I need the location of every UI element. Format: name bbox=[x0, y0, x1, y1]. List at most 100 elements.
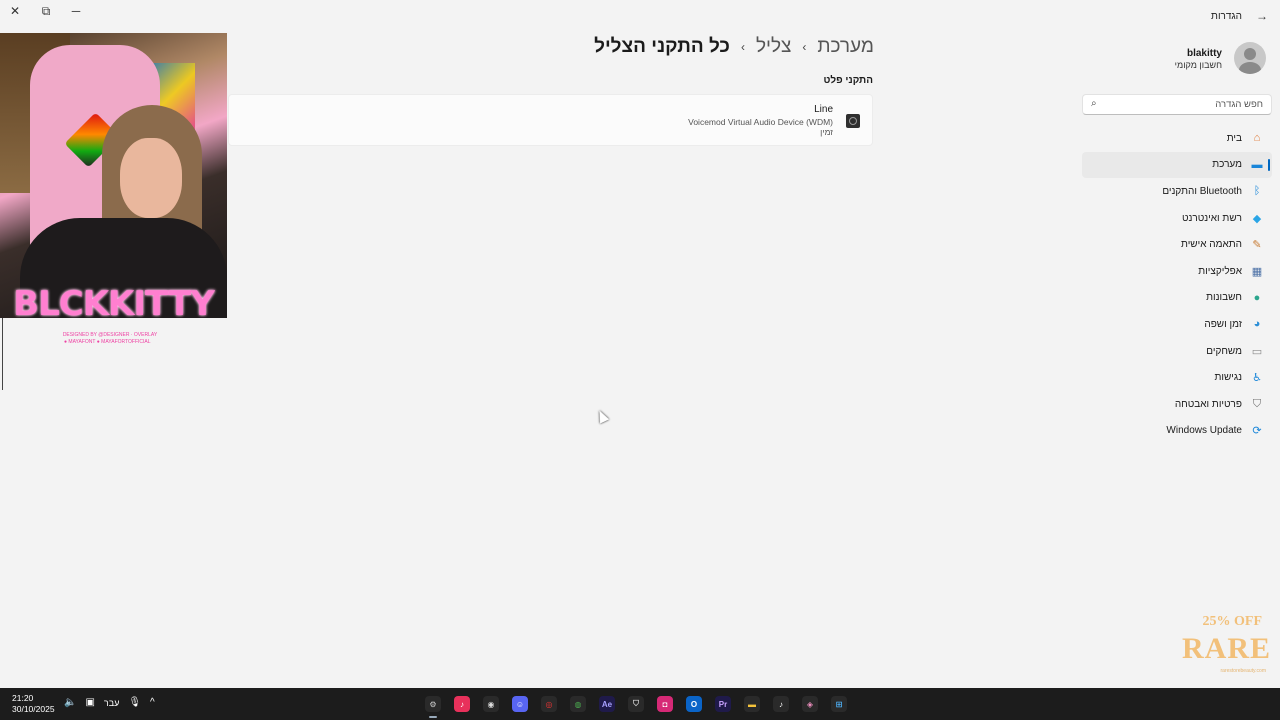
back-arrow-icon[interactable]: → bbox=[1256, 9, 1268, 23]
sidebar-item-3[interactable]: ◆ רשת ואינטרנט bbox=[1082, 205, 1272, 232]
premiere-icon-glyph: Pr bbox=[715, 696, 731, 712]
gaming-icon: ▭ bbox=[1251, 345, 1263, 358]
sidebar-item-6[interactable]: ● חשבונות bbox=[1082, 285, 1272, 312]
sidebar-item-9[interactable]: ♿ נגישות bbox=[1082, 364, 1272, 391]
language-indicator[interactable]: עבר bbox=[104, 698, 119, 708]
profile-account-type: חשבון מקומי bbox=[1174, 60, 1222, 70]
obs-icon[interactable]: ◉ bbox=[479, 692, 503, 716]
overlay-subtitle: DESIGNED BY @DESIGNER · OVERLAY bbox=[62, 332, 158, 338]
sidebar-item-5[interactable]: ▦ אפליקציות bbox=[1082, 258, 1272, 285]
chrome-icon-glyph: ◍ bbox=[570, 696, 586, 712]
network-icon: ◆ bbox=[1252, 212, 1262, 225]
watermark-url: rarestorebeauty.com bbox=[1220, 668, 1266, 674]
file-explorer-icon[interactable]: ▬ bbox=[740, 692, 764, 716]
sidebar-item-label: פרטיות ואבטחה bbox=[1174, 398, 1242, 410]
settings-icon-glyph: ⚙ bbox=[425, 696, 441, 712]
clock-date[interactable]: 30/10/2025 bbox=[12, 704, 55, 714]
sidebar-item-11[interactable]: ⟳ Windows Update bbox=[1082, 418, 1272, 445]
start-icon[interactable]: ⊞ bbox=[827, 692, 851, 716]
breadcrumb: מערכת › צליל › כל התקני הצליל bbox=[594, 36, 874, 58]
sidebar-item-1[interactable]: ▬ מערכת bbox=[1082, 151, 1272, 179]
security-shield-icon[interactable]: ⛉ bbox=[624, 692, 648, 716]
sidebar-item-label: זמן ושפה bbox=[1204, 318, 1242, 330]
sidebar-item-label: התאמה אישית bbox=[1181, 239, 1242, 251]
sidebar-item-label: Bluetooth והתקנים bbox=[1162, 185, 1242, 197]
outlook-icon[interactable]: O bbox=[682, 692, 706, 716]
apps-icon: ▦ bbox=[1251, 265, 1263, 278]
sidebar-item-10[interactable]: ⛉ פרטיות ואבטחה bbox=[1082, 391, 1272, 418]
instagram-icon[interactable]: ◘ bbox=[653, 692, 677, 716]
device-name: Line bbox=[814, 104, 833, 115]
after-effects-icon-glyph: Ae bbox=[599, 696, 615, 712]
chevron-left-icon: › bbox=[740, 40, 745, 54]
microphone-icon[interactable]: 🎙 bbox=[128, 697, 141, 708]
streamer-name: BLCKKITTY bbox=[13, 284, 215, 318]
obs-icon-glyph: ◉ bbox=[483, 696, 499, 712]
tiktok-icon-glyph: ♪ bbox=[773, 696, 789, 712]
clock-time[interactable]: 21:20 bbox=[12, 693, 33, 703]
streamlabs-icon[interactable]: ◎ bbox=[537, 692, 561, 716]
sidebar-item-label: Windows Update bbox=[1166, 425, 1242, 437]
divider bbox=[2, 318, 3, 390]
sidebar-item-4[interactable]: ✎ התאמה אישית bbox=[1082, 231, 1272, 258]
title-bar: ✕ ⧉ ─ הגדרות → bbox=[0, 0, 1280, 32]
profile[interactable]: blakitty חשבון מקומי bbox=[1082, 40, 1272, 80]
bluetooth-icon: ᛒ bbox=[1253, 185, 1261, 198]
streamlabs-icon-glyph: ◎ bbox=[541, 696, 557, 712]
volume-icon[interactable]: 🔈 bbox=[64, 697, 76, 708]
minimize-icon[interactable]: ─ bbox=[61, 0, 91, 22]
sidebar-item-label: משחקים bbox=[1206, 345, 1242, 357]
settings-icon[interactable]: ⚙ bbox=[421, 692, 445, 718]
personalization-icon: ✎ bbox=[1252, 239, 1262, 252]
mouse-cursor-icon bbox=[594, 408, 610, 424]
profile-name: blakitty bbox=[1186, 48, 1222, 59]
sidebar-item-label: רשת ואינטרנט bbox=[1182, 212, 1242, 224]
close-icon[interactable]: ✕ bbox=[0, 0, 30, 22]
privacy-shield-icon: ⛉ bbox=[1252, 397, 1262, 410]
output-devices-heading: התקני פלט bbox=[823, 75, 874, 86]
watermark-discount: 25% OFF bbox=[1202, 614, 1263, 629]
copilot-icon-glyph: ◈ bbox=[802, 696, 818, 712]
watermark-brand: RARE bbox=[1181, 632, 1271, 665]
accessibility-icon: ♿ bbox=[1252, 372, 1262, 385]
avatar bbox=[1234, 42, 1266, 74]
webcam-overlay: BLCKKITTY bbox=[0, 33, 227, 318]
chrome-icon[interactable]: ◍ bbox=[566, 692, 590, 716]
copilot-icon[interactable]: ◈ bbox=[798, 692, 822, 716]
output-device-card[interactable]: Line Voicemod Virtual Audio Device (WDM)… bbox=[228, 94, 873, 146]
outlook-icon-glyph: O bbox=[686, 696, 702, 712]
restore-icon[interactable]: ⧉ bbox=[31, 0, 61, 22]
device-description: Voicemod Virtual Audio Device (WDM) bbox=[688, 117, 833, 127]
network-icon[interactable]: ▣ bbox=[85, 697, 94, 708]
sidebar-item-7[interactable]: ◕ זמן ושפה bbox=[1082, 311, 1272, 338]
chevron-up-icon[interactable]: ^ bbox=[150, 697, 155, 708]
search-placeholder: חפש הגדרה bbox=[1215, 99, 1263, 110]
tiktok-live-icon[interactable]: ♪ bbox=[450, 692, 474, 716]
sidebar-item-8[interactable]: ▭ משחקים bbox=[1082, 338, 1272, 365]
instagram-icon-glyph: ◘ bbox=[657, 696, 673, 712]
page-title: כל התקני הצליל bbox=[594, 36, 730, 57]
system-tray: 🔈 ▣ עבר 🎙 ^ bbox=[64, 697, 155, 708]
discord-icon-glyph: ☺ bbox=[512, 696, 528, 712]
file-explorer-icon-glyph: ▬ bbox=[744, 696, 760, 712]
app-title: הגדרות bbox=[1211, 11, 1242, 22]
sidebar-item-0[interactable]: ⌂ בית bbox=[1082, 125, 1272, 152]
discord-icon[interactable]: ☺ bbox=[508, 692, 532, 716]
sidebar-item-label: מערכת bbox=[1212, 159, 1242, 171]
speaker-icon bbox=[846, 114, 860, 128]
time-language-icon: ◕ bbox=[1253, 318, 1261, 331]
windows-update-icon: ⟳ bbox=[1252, 425, 1262, 438]
sidebar-item-2[interactable]: ᛒ Bluetooth והתקנים bbox=[1082, 178, 1272, 205]
taskbar: 21:20 30/10/2025 🔈 ▣ עבר 🎙 ^ ⚙ ♪ ◉ ☺ ◎ ◍ Ae ⛉ ◘ O… bbox=[0, 688, 1280, 720]
after-effects-icon[interactable]: Ae bbox=[595, 692, 619, 716]
nav-list: ⌂ בית ▬ מערכת ᛒ Bluetooth והתקנים ◆ רשת ואינטרנ… bbox=[1082, 125, 1272, 444]
premiere-icon[interactable]: Pr bbox=[711, 692, 735, 716]
home-icon: ⌂ bbox=[1253, 132, 1261, 145]
breadcrumb-sound[interactable]: צליל bbox=[756, 36, 791, 58]
system-icon: ▬ bbox=[1251, 158, 1263, 171]
sidebar: blakitty חשבון מקומי חפש הגדרה ⌕ ⌂ בית ▬ מע… bbox=[1082, 40, 1272, 444]
taskbar-apps: ⚙ ♪ ◉ ☺ ◎ ◍ Ae ⛉ ◘ O Pr ▬ ♪ ◈ ⊞ bbox=[421, 692, 851, 718]
breadcrumb-system[interactable]: מערכת bbox=[817, 36, 874, 58]
search-input[interactable]: חפש הגדרה ⌕ bbox=[1082, 94, 1272, 115]
tiktok-icon[interactable]: ♪ bbox=[769, 692, 793, 716]
